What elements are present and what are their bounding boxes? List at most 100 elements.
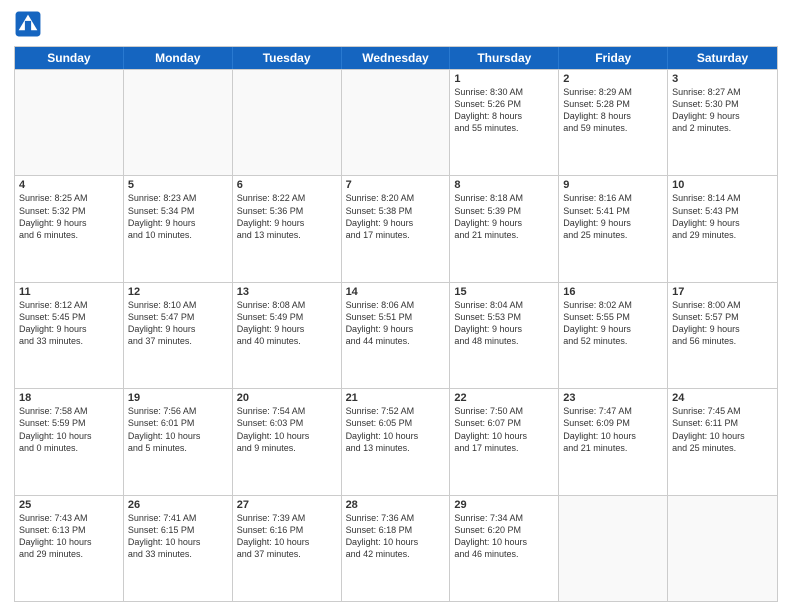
cell-content: Sunrise: 8:30 AM Sunset: 5:26 PM Dayligh…: [454, 86, 554, 135]
calendar-cell: 19Sunrise: 7:56 AM Sunset: 6:01 PM Dayli…: [124, 389, 233, 494]
day-number: 21: [346, 392, 446, 404]
cell-content: Sunrise: 8:23 AM Sunset: 5:34 PM Dayligh…: [128, 192, 228, 241]
weekday-header: Wednesday: [342, 47, 451, 69]
calendar-cell: 28Sunrise: 7:36 AM Sunset: 6:18 PM Dayli…: [342, 496, 451, 601]
cell-content: Sunrise: 8:25 AM Sunset: 5:32 PM Dayligh…: [19, 192, 119, 241]
day-number: 5: [128, 179, 228, 191]
calendar-cell: 7Sunrise: 8:20 AM Sunset: 5:38 PM Daylig…: [342, 176, 451, 281]
weekday-header: Monday: [124, 47, 233, 69]
day-number: 25: [19, 499, 119, 511]
calendar-row: 18Sunrise: 7:58 AM Sunset: 5:59 PM Dayli…: [15, 388, 777, 494]
calendar-cell: 25Sunrise: 7:43 AM Sunset: 6:13 PM Dayli…: [15, 496, 124, 601]
calendar-cell: 4Sunrise: 8:25 AM Sunset: 5:32 PM Daylig…: [15, 176, 124, 281]
cell-content: Sunrise: 7:34 AM Sunset: 6:20 PM Dayligh…: [454, 512, 554, 561]
day-number: 28: [346, 499, 446, 511]
calendar-cell: 13Sunrise: 8:08 AM Sunset: 5:49 PM Dayli…: [233, 283, 342, 388]
day-number: 4: [19, 179, 119, 191]
calendar-cell: 12Sunrise: 8:10 AM Sunset: 5:47 PM Dayli…: [124, 283, 233, 388]
cell-content: Sunrise: 7:47 AM Sunset: 6:09 PM Dayligh…: [563, 405, 663, 454]
cell-content: Sunrise: 8:22 AM Sunset: 5:36 PM Dayligh…: [237, 192, 337, 241]
calendar-cell: 2Sunrise: 8:29 AM Sunset: 5:28 PM Daylig…: [559, 70, 668, 175]
cell-content: Sunrise: 8:04 AM Sunset: 5:53 PM Dayligh…: [454, 299, 554, 348]
weekday-header: Sunday: [15, 47, 124, 69]
calendar-cell: 23Sunrise: 7:47 AM Sunset: 6:09 PM Dayli…: [559, 389, 668, 494]
cell-content: Sunrise: 7:45 AM Sunset: 6:11 PM Dayligh…: [672, 405, 773, 454]
calendar-cell: [15, 70, 124, 175]
day-number: 24: [672, 392, 773, 404]
cell-content: Sunrise: 8:18 AM Sunset: 5:39 PM Dayligh…: [454, 192, 554, 241]
calendar-cell: 22Sunrise: 7:50 AM Sunset: 6:07 PM Dayli…: [450, 389, 559, 494]
calendar-cell: 3Sunrise: 8:27 AM Sunset: 5:30 PM Daylig…: [668, 70, 777, 175]
calendar-row: 1Sunrise: 8:30 AM Sunset: 5:26 PM Daylig…: [15, 69, 777, 175]
cell-content: Sunrise: 7:43 AM Sunset: 6:13 PM Dayligh…: [19, 512, 119, 561]
cell-content: Sunrise: 8:20 AM Sunset: 5:38 PM Dayligh…: [346, 192, 446, 241]
calendar-cell: 9Sunrise: 8:16 AM Sunset: 5:41 PM Daylig…: [559, 176, 668, 281]
day-number: 19: [128, 392, 228, 404]
day-number: 8: [454, 179, 554, 191]
day-number: 15: [454, 286, 554, 298]
calendar-cell: 16Sunrise: 8:02 AM Sunset: 5:55 PM Dayli…: [559, 283, 668, 388]
cell-content: Sunrise: 8:02 AM Sunset: 5:55 PM Dayligh…: [563, 299, 663, 348]
calendar-cell: 21Sunrise: 7:52 AM Sunset: 6:05 PM Dayli…: [342, 389, 451, 494]
day-number: 3: [672, 73, 773, 85]
calendar-cell: 10Sunrise: 8:14 AM Sunset: 5:43 PM Dayli…: [668, 176, 777, 281]
calendar-row: 11Sunrise: 8:12 AM Sunset: 5:45 PM Dayli…: [15, 282, 777, 388]
weekday-header: Friday: [559, 47, 668, 69]
calendar-cell: [124, 70, 233, 175]
calendar-cell: 15Sunrise: 8:04 AM Sunset: 5:53 PM Dayli…: [450, 283, 559, 388]
calendar-cell: [342, 70, 451, 175]
calendar-cell: 5Sunrise: 8:23 AM Sunset: 5:34 PM Daylig…: [124, 176, 233, 281]
day-number: 26: [128, 499, 228, 511]
calendar-cell: [668, 496, 777, 601]
cell-content: Sunrise: 8:27 AM Sunset: 5:30 PM Dayligh…: [672, 86, 773, 135]
cell-content: Sunrise: 8:08 AM Sunset: 5:49 PM Dayligh…: [237, 299, 337, 348]
calendar-cell: [233, 70, 342, 175]
cell-content: Sunrise: 7:54 AM Sunset: 6:03 PM Dayligh…: [237, 405, 337, 454]
calendar-cell: 18Sunrise: 7:58 AM Sunset: 5:59 PM Dayli…: [15, 389, 124, 494]
calendar-cell: 1Sunrise: 8:30 AM Sunset: 5:26 PM Daylig…: [450, 70, 559, 175]
day-number: 18: [19, 392, 119, 404]
cell-content: Sunrise: 8:00 AM Sunset: 5:57 PM Dayligh…: [672, 299, 773, 348]
day-number: 14: [346, 286, 446, 298]
day-number: 23: [563, 392, 663, 404]
calendar-cell: 8Sunrise: 8:18 AM Sunset: 5:39 PM Daylig…: [450, 176, 559, 281]
cell-content: Sunrise: 7:41 AM Sunset: 6:15 PM Dayligh…: [128, 512, 228, 561]
day-number: 22: [454, 392, 554, 404]
calendar-cell: 14Sunrise: 8:06 AM Sunset: 5:51 PM Dayli…: [342, 283, 451, 388]
calendar-cell: 27Sunrise: 7:39 AM Sunset: 6:16 PM Dayli…: [233, 496, 342, 601]
calendar-row: 25Sunrise: 7:43 AM Sunset: 6:13 PM Dayli…: [15, 495, 777, 601]
cell-content: Sunrise: 7:52 AM Sunset: 6:05 PM Dayligh…: [346, 405, 446, 454]
cell-content: Sunrise: 8:12 AM Sunset: 5:45 PM Dayligh…: [19, 299, 119, 348]
calendar-body: 1Sunrise: 8:30 AM Sunset: 5:26 PM Daylig…: [15, 69, 777, 601]
weekday-header: Saturday: [668, 47, 777, 69]
weekday-header: Thursday: [450, 47, 559, 69]
cell-content: Sunrise: 8:14 AM Sunset: 5:43 PM Dayligh…: [672, 192, 773, 241]
calendar-cell: 6Sunrise: 8:22 AM Sunset: 5:36 PM Daylig…: [233, 176, 342, 281]
cell-content: Sunrise: 7:56 AM Sunset: 6:01 PM Dayligh…: [128, 405, 228, 454]
day-number: 2: [563, 73, 663, 85]
day-number: 29: [454, 499, 554, 511]
calendar: SundayMondayTuesdayWednesdayThursdayFrid…: [14, 46, 778, 602]
day-number: 13: [237, 286, 337, 298]
day-number: 16: [563, 286, 663, 298]
calendar-cell: 26Sunrise: 7:41 AM Sunset: 6:15 PM Dayli…: [124, 496, 233, 601]
day-number: 12: [128, 286, 228, 298]
cell-content: Sunrise: 7:58 AM Sunset: 5:59 PM Dayligh…: [19, 405, 119, 454]
header: [14, 10, 778, 38]
day-number: 1: [454, 73, 554, 85]
logo: [14, 10, 46, 38]
calendar-header-row: SundayMondayTuesdayWednesdayThursdayFrid…: [15, 47, 777, 69]
weekday-header: Tuesday: [233, 47, 342, 69]
day-number: 7: [346, 179, 446, 191]
cell-content: Sunrise: 7:50 AM Sunset: 6:07 PM Dayligh…: [454, 405, 554, 454]
cell-content: Sunrise: 8:10 AM Sunset: 5:47 PM Dayligh…: [128, 299, 228, 348]
day-number: 20: [237, 392, 337, 404]
logo-icon: [14, 10, 42, 38]
day-number: 11: [19, 286, 119, 298]
day-number: 27: [237, 499, 337, 511]
calendar-cell: 29Sunrise: 7:34 AM Sunset: 6:20 PM Dayli…: [450, 496, 559, 601]
calendar-cell: 11Sunrise: 8:12 AM Sunset: 5:45 PM Dayli…: [15, 283, 124, 388]
cell-content: Sunrise: 7:39 AM Sunset: 6:16 PM Dayligh…: [237, 512, 337, 561]
day-number: 6: [237, 179, 337, 191]
cell-content: Sunrise: 7:36 AM Sunset: 6:18 PM Dayligh…: [346, 512, 446, 561]
